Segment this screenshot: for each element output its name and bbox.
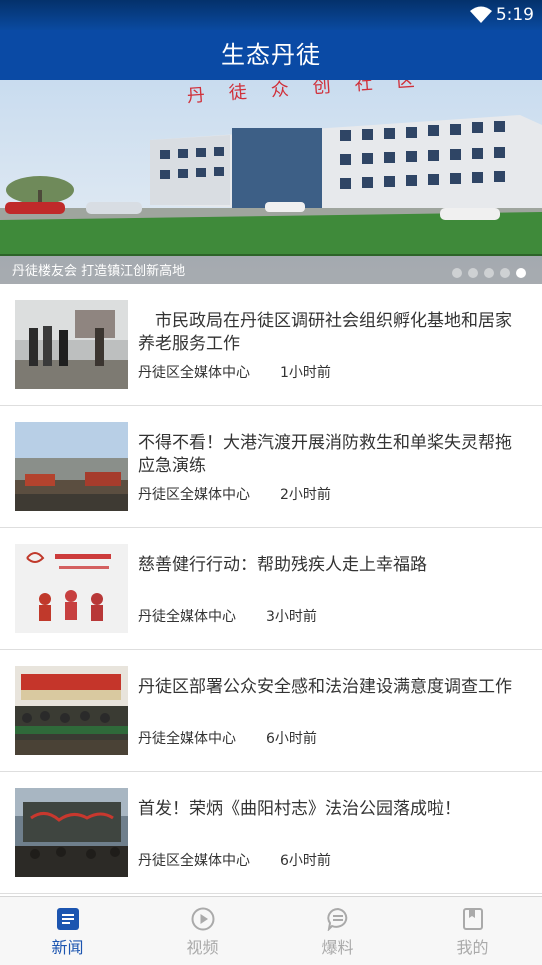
tab-tipoff[interactable]: 爆料 (270, 897, 405, 965)
news-time: 6小时前 (266, 731, 317, 747)
tab-label: 我的 (456, 938, 489, 957)
news-time: 3小时前 (266, 609, 317, 625)
carousel-dot[interactable] (452, 268, 462, 278)
news-thumbnail (15, 422, 128, 511)
carousel-dot[interactable] (468, 268, 478, 278)
news-thumbnail (15, 788, 128, 877)
tab-profile[interactable]: 我的 (405, 897, 540, 965)
news-time: 6小时前 (280, 853, 331, 869)
wifi-icon (470, 6, 492, 23)
carousel-dot[interactable] (500, 268, 510, 278)
news-source: 丹徒区全媒体中心 (138, 365, 250, 381)
news-source: 丹徒全媒体中心 (138, 609, 236, 625)
clock: 5:19 (495, 5, 534, 25)
banner-caption-bar: 丹徒楼友会 打造镇江创新高地 (0, 254, 542, 284)
news-title: 慈善健行行动：帮助残疾人走上幸福路 (138, 555, 427, 575)
news-meta: 丹徒全媒体中心 6小时前 (138, 728, 317, 748)
tab-label: 爆料 (321, 938, 354, 957)
news-thumbnail (15, 300, 128, 389)
news-time: 2小时前 (280, 487, 331, 503)
news-item[interactable]: 慈善健行行动：帮助残疾人走上幸福路 丹徒全媒体中心 3小时前 (0, 528, 542, 650)
app-bar: 生态丹徒 (0, 30, 542, 80)
tab-label: 视频 (186, 938, 219, 957)
news-time: 1小时前 (280, 365, 331, 381)
carousel-dot-active[interactable] (516, 268, 526, 278)
news-thumbnail (15, 544, 128, 633)
news-thumbnail (15, 666, 128, 755)
status-bar: 5:19 (0, 0, 542, 30)
play-icon (191, 907, 215, 931)
news-title: 首发！荣炳《曲阳村志》法治公园落成啦！ (138, 799, 461, 819)
news-item[interactable]: 市民政局在丹徒区调研社会组织孵化基地和居家养老服务工作 丹徒区全媒体中心 1小时前 (0, 284, 542, 406)
news-meta: 丹徒区全媒体中心 1小时前 (138, 362, 331, 382)
news-item[interactable]: 首发！荣炳《曲阳村志》法治公园落成啦！ 丹徒区全媒体中心 6小时前 (0, 772, 542, 894)
chat-icon (327, 907, 348, 931)
banner-caption: 丹徒楼友会 打造镇江创新高地 (12, 264, 186, 279)
news-title: 市民政局在丹徒区调研社会组织孵化基地和居家养老服务工作 (138, 311, 512, 354)
tab-news[interactable]: 新闻 (0, 897, 135, 965)
news-list: 市民政局在丹徒区调研社会组织孵化基地和居家养老服务工作 丹徒区全媒体中心 1小时前… (0, 284, 542, 894)
bottom-nav: 新闻 视频 爆料 我的 (0, 896, 542, 965)
news-source: 丹徒区全媒体中心 (138, 853, 250, 869)
news-title: 丹徒区部署公众安全感和法治建设满意度调查工作 (138, 677, 512, 697)
news-title: 不得不看！大港汽渡开展消防救生和单桨失灵帮拖应急演练 (138, 433, 512, 476)
news-source: 丹徒区全媒体中心 (138, 487, 250, 503)
page-title: 生态丹徒 (221, 41, 321, 69)
bookmark-icon (463, 908, 483, 930)
tab-video[interactable]: 视频 (135, 897, 270, 965)
news-icon (57, 908, 79, 930)
news-source: 丹徒全媒体中心 (138, 731, 236, 747)
news-meta: 丹徒区全媒体中心 6小时前 (138, 850, 331, 870)
news-item[interactable]: 不得不看！大港汽渡开展消防救生和单桨失灵帮拖应急演练 丹徒区全媒体中心 2小时前 (0, 406, 542, 528)
carousel-dot[interactable] (484, 268, 494, 278)
carousel-indicator (446, 263, 526, 282)
news-meta: 丹徒全媒体中心 3小时前 (138, 606, 317, 626)
news-item[interactable]: 丹徒区部署公众安全感和法治建设满意度调查工作 丹徒全媒体中心 6小时前 (0, 650, 542, 772)
tab-label: 新闻 (51, 938, 84, 957)
banner-carousel[interactable]: 丹徒众创社区 丹徒楼友会 打造镇江创新高地 (0, 80, 542, 284)
news-meta: 丹徒区全媒体中心 2小时前 (138, 484, 331, 504)
